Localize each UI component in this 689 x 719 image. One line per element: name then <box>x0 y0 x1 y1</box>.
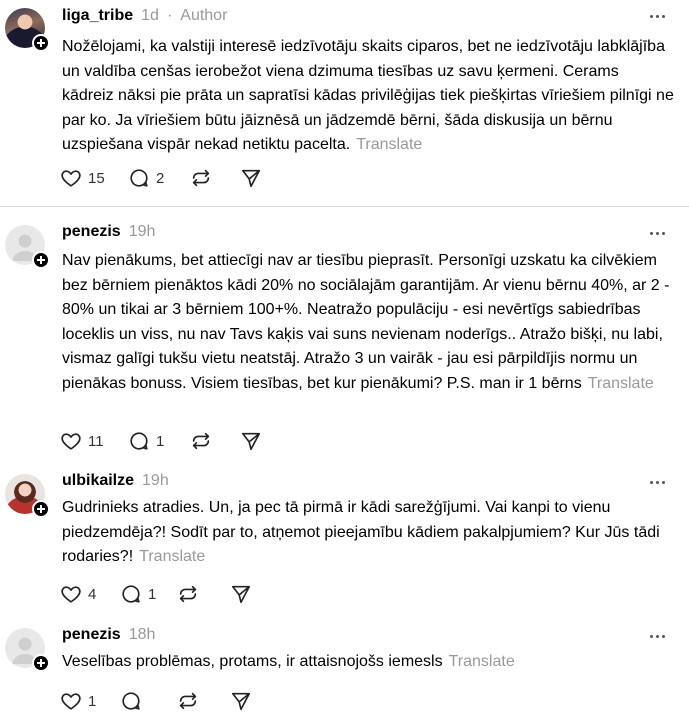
share-button[interactable] <box>230 583 260 605</box>
reply-button[interactable]: 1 <box>120 583 177 605</box>
send-icon <box>231 692 251 711</box>
avatar[interactable] <box>5 474 50 518</box>
repost-button[interactable] <box>190 430 240 452</box>
more-options-icon[interactable] <box>650 232 665 235</box>
send-icon <box>241 432 261 451</box>
post-text: Nav pienākums, bet attiecīgi nav ar ties… <box>62 249 674 396</box>
comment-icon <box>130 432 148 450</box>
like-button[interactable]: 15 <box>60 167 128 189</box>
like-count: 1 <box>88 692 97 710</box>
action-bar: 15 2 <box>60 166 270 190</box>
heart-icon <box>61 586 81 603</box>
post-header: penezis 18h <box>62 626 155 644</box>
more-options-icon[interactable] <box>650 635 665 638</box>
send-icon <box>241 169 261 188</box>
reply-button[interactable]: 2 <box>128 167 190 189</box>
avatar[interactable] <box>5 8 50 52</box>
repost-icon <box>192 169 210 187</box>
follow-plus-icon[interactable] <box>32 500 50 518</box>
post-text: Nožēlojami, ka valstiji interesē iedzīvo… <box>62 35 674 158</box>
post-body: Nav pienākums, bet attiecīgi nav ar ties… <box>62 252 670 392</box>
post-header: penezis 19h <box>62 223 155 241</box>
post-text: Veselības problēmas, protams, ir attaisn… <box>62 650 674 675</box>
action-bar: 1 <box>60 689 260 713</box>
avatar[interactable] <box>5 628 50 672</box>
comment-icon <box>122 585 140 603</box>
timestamp[interactable]: 19h <box>129 223 156 241</box>
timestamp[interactable]: 19h <box>142 472 169 490</box>
more-options-icon[interactable] <box>650 481 665 484</box>
more-options-icon[interactable] <box>650 15 665 18</box>
post-header: liga_tribe 1d · Author <box>62 7 227 25</box>
timestamp[interactable]: 18h <box>129 626 156 644</box>
comment-icon <box>122 692 140 710</box>
repost-button[interactable] <box>177 583 230 605</box>
like-button[interactable]: 11 <box>60 430 128 452</box>
translate-link[interactable]: Translate <box>356 136 422 153</box>
follow-plus-icon[interactable] <box>32 251 50 269</box>
separator: · <box>166 7 173 24</box>
post-text: Gudrinieks atradies. Un, ja pec tā pirmā… <box>62 496 674 570</box>
heart-icon <box>61 433 81 450</box>
translate-link[interactable]: Translate <box>449 653 515 670</box>
follow-plus-icon[interactable] <box>32 654 50 672</box>
timestamp[interactable]: 1d <box>141 7 159 25</box>
username[interactable]: penezis <box>62 626 121 644</box>
avatar[interactable] <box>5 225 50 269</box>
post-body: Veselības problēmas, protams, ir attaisn… <box>62 653 443 670</box>
translate-link[interactable]: Translate <box>588 375 654 392</box>
repost-icon <box>192 432 210 450</box>
like-count: 15 <box>88 169 105 187</box>
action-bar: 11 1 <box>60 429 270 453</box>
username[interactable]: ulbikailze <box>62 472 134 490</box>
like-button[interactable]: 4 <box>60 583 120 605</box>
reply-count: 1 <box>156 432 165 450</box>
like-count: 11 <box>88 432 104 450</box>
username[interactable]: liga_tribe <box>62 7 133 25</box>
reply-count: 2 <box>156 169 165 187</box>
username[interactable]: penezis <box>62 223 121 241</box>
comment-icon <box>130 169 148 187</box>
repost-button[interactable] <box>177 690 230 712</box>
follow-plus-icon[interactable] <box>32 34 50 52</box>
share-button[interactable] <box>240 430 270 452</box>
repost-icon <box>179 692 197 710</box>
post-divider <box>0 206 689 207</box>
like-button[interactable]: 1 <box>60 690 120 712</box>
action-bar: 4 1 <box>60 582 260 606</box>
heart-icon <box>61 170 81 187</box>
heart-icon <box>61 693 81 710</box>
post-header: ulbikailze 19h <box>62 472 169 490</box>
repost-button[interactable] <box>190 167 240 189</box>
reply-count: 1 <box>148 585 157 603</box>
send-icon <box>231 585 251 604</box>
author-badge: Author <box>180 7 228 24</box>
share-button[interactable] <box>240 167 270 189</box>
reply-button[interactable]: 1 <box>128 430 190 452</box>
share-button[interactable] <box>230 690 260 712</box>
translate-link[interactable]: Translate <box>139 548 205 565</box>
reply-button[interactable] <box>120 690 177 712</box>
repost-icon <box>179 585 197 603</box>
like-count: 4 <box>88 585 97 603</box>
